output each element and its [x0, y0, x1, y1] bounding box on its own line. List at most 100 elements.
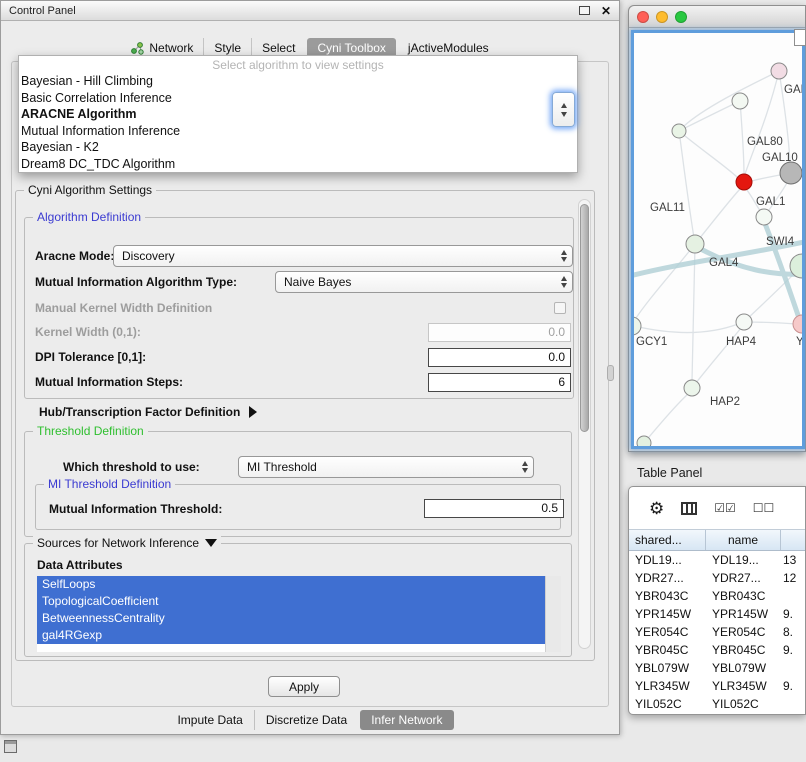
cell: YPR145W	[706, 607, 781, 621]
window-title: Control Panel	[9, 5, 76, 17]
hub-definition-section[interactable]: Hub/Transcription Factor Definition	[39, 405, 257, 419]
menu-item[interactable]: Mutual Information Inference	[19, 123, 577, 140]
node[interactable]	[780, 162, 802, 184]
cell: YIL052C	[706, 697, 781, 711]
node-label: SWI4	[766, 236, 795, 248]
node-label: Y	[796, 336, 804, 348]
table-row[interactable]: YDL19... YDL19... 13	[629, 551, 805, 569]
table-row[interactable]: YER054C YER054C 8.	[629, 623, 805, 641]
tab-label: jActiveModules	[408, 41, 489, 55]
aracne-mode-label: Aracne Mode:	[35, 249, 114, 263]
tab-discretize-data[interactable]: Discretize Data	[254, 710, 358, 730]
node[interactable]	[684, 380, 700, 396]
list-item[interactable]: BetweennessCentrality	[37, 610, 545, 627]
tab-impute-data[interactable]: Impute Data	[166, 710, 253, 730]
control-panel-titlebar[interactable]: Control Panel ✕	[1, 1, 619, 21]
table-row[interactable]: YDR27... YDR27... 12	[629, 569, 805, 587]
dpi-tolerance-field[interactable]: 0.0	[428, 348, 571, 367]
gear-icon[interactable]: ⚙	[649, 500, 664, 517]
list-scrollbar[interactable]	[545, 576, 561, 652]
table-row[interactable]: YLR345W YLR345W 9.	[629, 677, 805, 695]
node[interactable]	[732, 93, 748, 109]
deselect-all-icon[interactable]: ☐☐	[753, 502, 775, 514]
column-header[interactable]: shared...	[629, 530, 706, 550]
menu-item[interactable]: Basic Correlation Inference	[19, 90, 577, 107]
node-selected[interactable]	[736, 174, 752, 190]
apply-button[interactable]: Apply	[268, 676, 340, 697]
menu-item[interactable]: Bayesian - K2	[19, 139, 577, 156]
mi-steps-label: Mutual Information Steps:	[35, 375, 183, 389]
menu-item[interactable]: Dream8 DC_TDC Algorithm	[19, 156, 577, 173]
group-title-text: Algorithm Definition	[37, 210, 141, 224]
menu-item[interactable]: Bayesian - Hill Climbing	[19, 73, 577, 90]
expanded-arrow-icon[interactable]	[205, 539, 217, 547]
node-label: HAP2	[710, 396, 740, 408]
manual-kernel-width-checkbox[interactable]	[554, 302, 566, 314]
cell: YBL079W	[706, 661, 781, 675]
select-all-icon[interactable]: ☑☑	[714, 502, 736, 514]
mi-steps-field[interactable]: 6	[428, 373, 571, 392]
node[interactable]	[771, 63, 787, 79]
table-toolbar: ⚙ ☑☑ ☐☐	[629, 487, 805, 529]
collapsed-arrow-icon[interactable]	[249, 406, 257, 418]
network-canvas[interactable]: GAL GAL80 GAL10 GAL11 GAL1 SWI4 GAL4 GCY…	[631, 30, 805, 449]
cell: YBL079W	[629, 661, 706, 675]
aracne-mode-select[interactable]: Discovery	[113, 245, 573, 267]
list-item[interactable]: SelfLoops	[37, 576, 545, 593]
network-tab-icon	[131, 42, 144, 55]
dpi-tolerance-label: DPI Tolerance [0,1]:	[35, 350, 146, 364]
panel-divider-handle[interactable]	[607, 365, 614, 381]
kernel-width-field[interactable]: 0.0	[428, 323, 571, 342]
close-traffic-icon[interactable]	[637, 11, 649, 23]
node[interactable]	[736, 314, 752, 330]
algorithm-definition-group: Algorithm Definition Aracne Mode: Discov…	[24, 217, 574, 399]
mi-algorithm-type-select[interactable]: Naive Bayes	[275, 271, 573, 293]
table-row[interactable]: YBR045C YBR045C 9.	[629, 641, 805, 659]
node[interactable]	[637, 436, 651, 448]
zoom-traffic-icon[interactable]	[675, 11, 687, 23]
node[interactable]	[634, 317, 641, 335]
node[interactable]	[756, 209, 772, 225]
selected-value: MI Threshold	[247, 460, 317, 474]
mi-algorithm-type-label: Mutual Information Algorithm Type:	[35, 275, 237, 289]
group-title: Algorithm Definition	[33, 210, 145, 224]
node-label: GAL11	[650, 202, 685, 214]
table-row[interactable]: YBR043C YBR043C	[629, 587, 805, 605]
node[interactable]	[672, 124, 686, 138]
restore-panel-icon[interactable]	[4, 740, 17, 753]
node-label: HAP4	[726, 336, 757, 348]
spin-up-icon[interactable]	[561, 103, 567, 108]
network-window-titlebar[interactable]	[629, 6, 805, 28]
menu-item-selected[interactable]: ARACNE Algorithm	[19, 106, 577, 123]
float-window-icon[interactable]	[579, 6, 590, 15]
cell: 8.	[781, 625, 805, 639]
hub-definition-label: Hub/Transcription Factor Definition	[39, 405, 240, 419]
table-body: YDL19... YDL19... 13 YDR27... YDR27... 1…	[629, 551, 805, 713]
tab-infer-network[interactable]: Infer Network	[360, 710, 453, 730]
settings-scrollbar[interactable]	[578, 199, 591, 649]
list-item[interactable]: TopologicalCoefficient	[37, 593, 545, 610]
node[interactable]	[793, 315, 804, 333]
which-threshold-select[interactable]: MI Threshold	[238, 456, 534, 478]
mi-threshold-field[interactable]: 0.5	[424, 499, 564, 518]
node[interactable]	[686, 235, 704, 253]
data-attributes-list: SelfLoops TopologicalCoefficient Between…	[37, 576, 561, 652]
tab-label: Network	[149, 41, 193, 55]
focused-spinner-button[interactable]	[552, 92, 575, 127]
close-icon[interactable]: ✕	[601, 5, 611, 17]
spin-down-icon[interactable]	[561, 112, 567, 117]
table-row[interactable]: YIL052C YIL052C	[629, 695, 805, 713]
column-header[interactable]	[781, 530, 805, 550]
list-item[interactable]: gal4RGexp	[37, 627, 545, 644]
settings-scrollbar-thumb[interactable]	[580, 204, 589, 432]
table-row[interactable]: YBL079W YBL079W	[629, 659, 805, 677]
cell: YBR045C	[706, 643, 781, 657]
minimize-traffic-icon[interactable]	[656, 11, 668, 23]
mi-threshold-label: Mutual Information Threshold:	[49, 502, 222, 516]
column-header[interactable]: name	[706, 530, 781, 550]
cell: YDL19...	[629, 553, 706, 567]
network-graph: GAL GAL80 GAL10 GAL11 GAL1 SWI4 GAL4 GCY…	[634, 33, 804, 448]
table-row[interactable]: YPR145W YPR145W 9.	[629, 605, 805, 623]
sources-title[interactable]: Sources for Network Inference	[33, 536, 221, 550]
columns-icon[interactable]	[681, 502, 697, 515]
